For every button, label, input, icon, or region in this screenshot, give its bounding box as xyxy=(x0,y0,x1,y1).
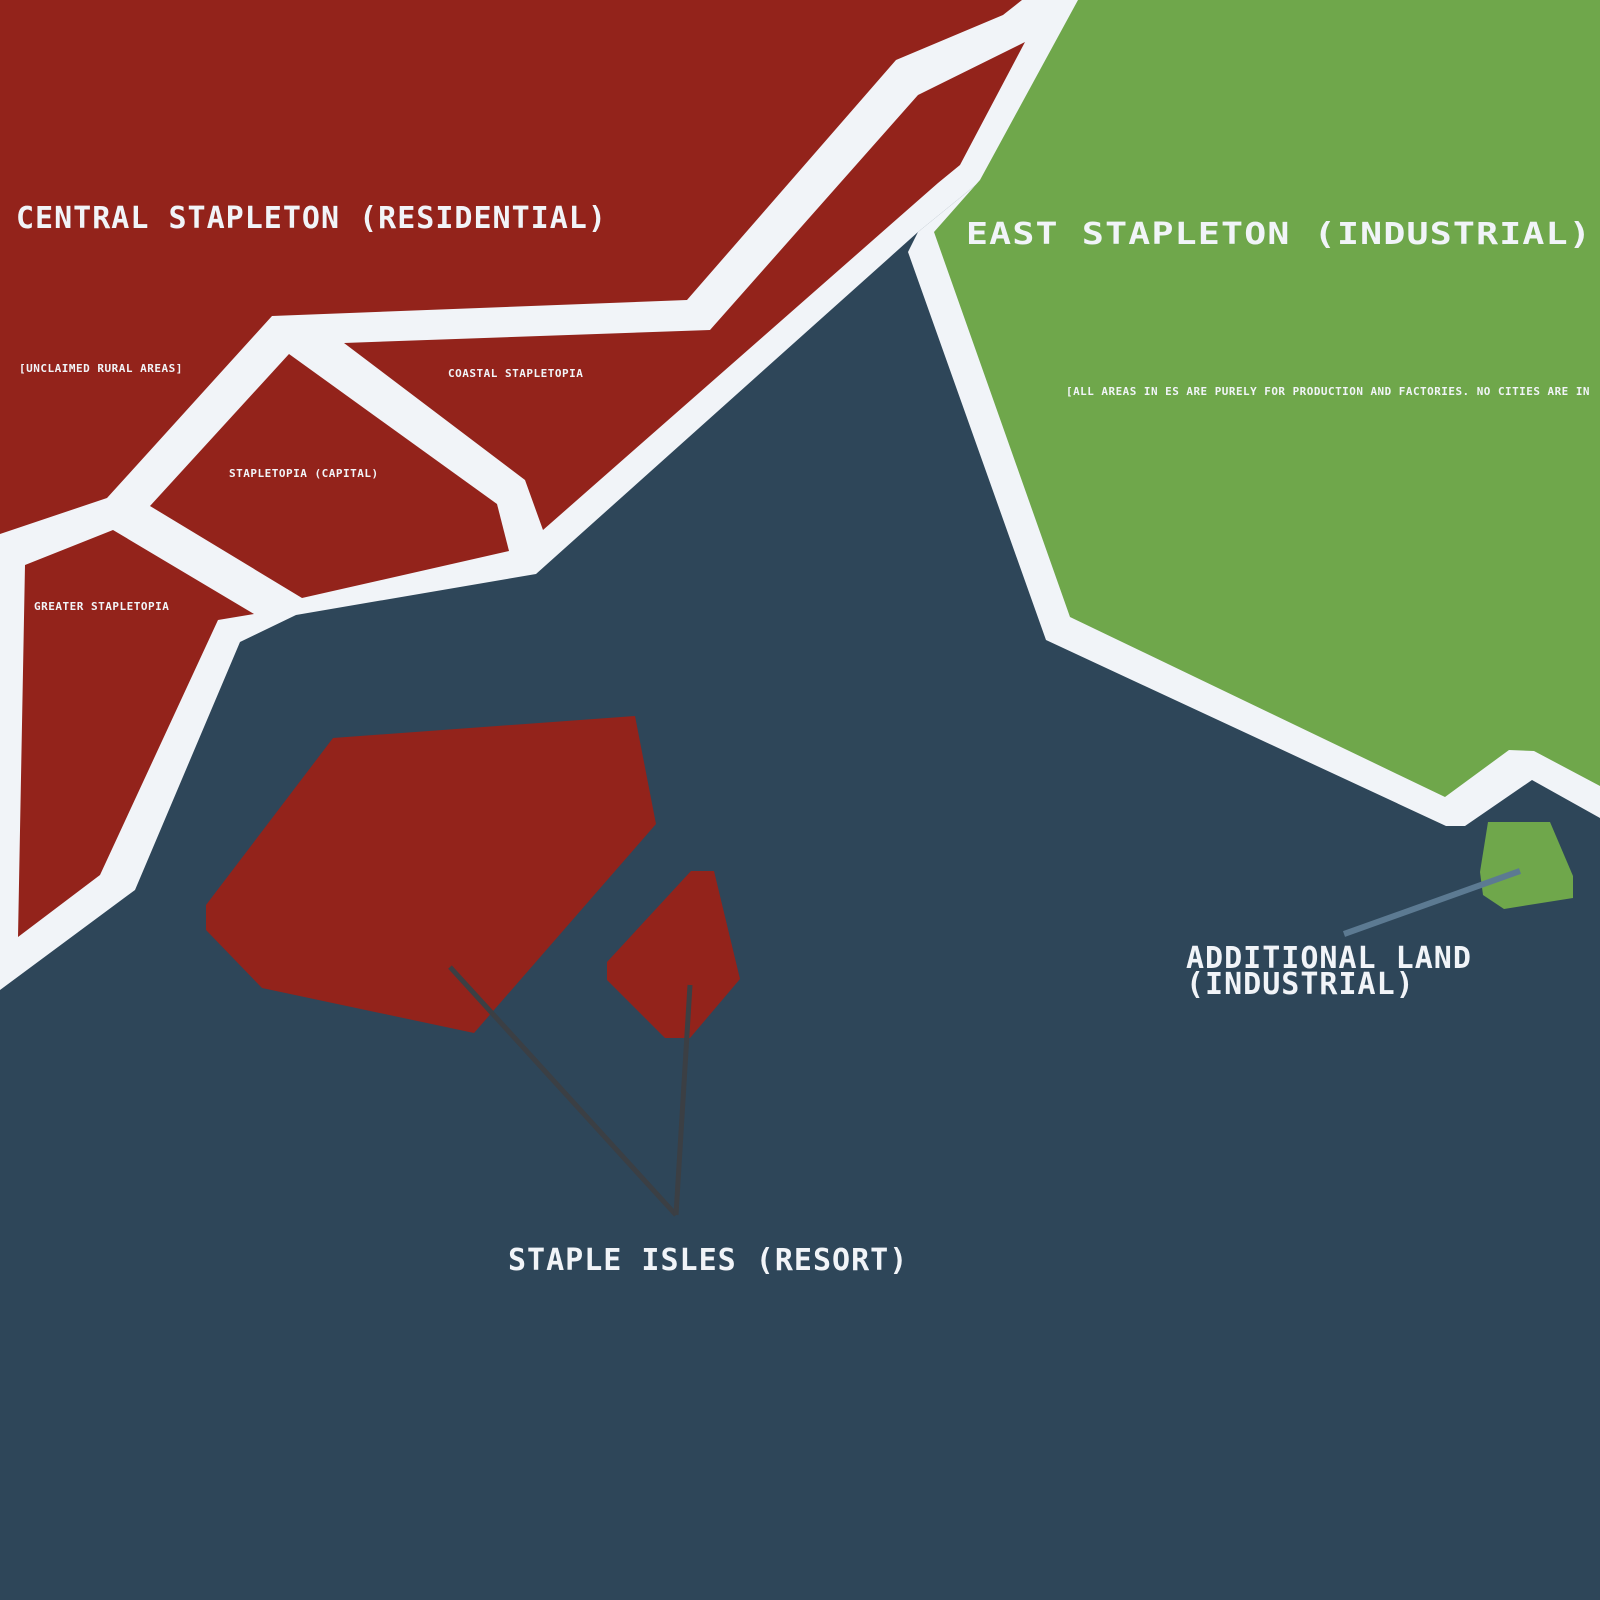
label-additional-land-industrial: (INDUSTRIAL) xyxy=(1186,967,1415,1002)
label-staple-isles: STAPLE ISLES (RESORT) xyxy=(508,1243,908,1278)
label-coastal-stapletopia: COASTAL STAPLETOPIA xyxy=(448,367,583,380)
label-east-stapleton: EAST STAPLETON (INDUSTRIAL) xyxy=(966,217,1592,252)
region-map: CENTRAL STAPLETON (RESIDENTIAL) [UNCLAIM… xyxy=(0,0,1600,1600)
label-east-note: [ALL AREAS IN ES ARE PURELY FOR PRODUCTI… xyxy=(1066,385,1590,398)
label-greater-stapletopia: GREATER STAPLETOPIA xyxy=(34,600,169,613)
label-central-stapleton: CENTRAL STAPLETON (RESIDENTIAL) xyxy=(16,201,607,236)
label-stapletopia-capital: STAPLETOPIA (CAPITAL) xyxy=(229,467,379,480)
label-unclaimed-rural: [UNCLAIMED RURAL AREAS] xyxy=(19,362,183,375)
